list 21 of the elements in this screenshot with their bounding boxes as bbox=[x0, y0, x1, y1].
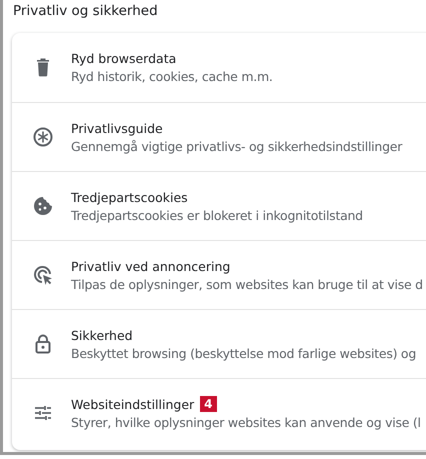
row-title: Privatliv ved annoncering bbox=[71, 258, 230, 274]
row-subtitle: Beskyttet browsing (beskyttelse mod farlige websites) og bbox=[71, 346, 416, 360]
row-subtitle: Gennemgå vigtige privatlivs- og sikkerhedsindstillinger bbox=[71, 138, 402, 154]
row-title: Privatlivsguide bbox=[71, 120, 163, 136]
row-title: Tredjepartscookies bbox=[71, 190, 188, 204]
row-subtitle: Tilpas de oplysninger, som websites kan bruge til at vise d bbox=[71, 276, 423, 292]
row-subtitle: Tredjepartscookies er blokeret i inkognitotilstand bbox=[71, 208, 363, 222]
row-subtitle: Styrer, hvilke oplysninger websites kan anvende og vise (l bbox=[71, 415, 421, 430]
row-title: Sikkerhed bbox=[71, 328, 133, 342]
settings-row[interactable]: Websiteindstillinger 4 Styrer, hvilke oplysninger websites kan anvende og vise (l bbox=[12, 378, 426, 447]
settings-row[interactable]: Tredjepartscookies Tredjepartscookies er blokeret i inkognitotilstand bbox=[12, 171, 426, 240]
settings-row[interactable]: Privatlivsguide Gennemgå vigtige privatlivs- og sikkerhedsindstillinger bbox=[12, 102, 426, 171]
row-subtitle: Ryd historik, cookies, cache m.m. bbox=[71, 69, 273, 84]
settings-row[interactable]: Sikkerhed Beskyttet browsing (beskyttelse mod farlige websites) og bbox=[12, 309, 426, 378]
settings-row[interactable]: Ryd browserdata Ryd historik, cookies, cache m.m. bbox=[12, 33, 426, 102]
number-badge: 4 bbox=[200, 396, 217, 412]
row-title: Ryd browserdata bbox=[71, 51, 176, 66]
settings-row[interactable]: Privatliv ved annoncering Tilpas de oplysninger, som websites kan bruge til at vise d bbox=[12, 240, 426, 309]
row-title: Websiteindstillinger bbox=[71, 396, 194, 412]
section-title: Privatliv og sikkerhed bbox=[12, 2, 159, 21]
cookie-icon bbox=[31, 194, 55, 218]
